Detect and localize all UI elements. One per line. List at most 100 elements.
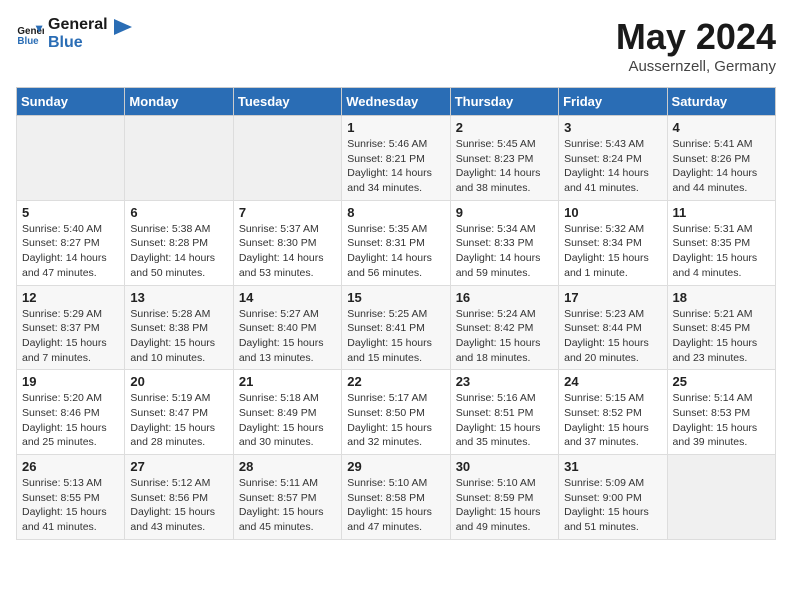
day-number: 8 — [347, 205, 444, 220]
page-header: General Blue General Blue May 2024 Ausse… — [16, 16, 776, 75]
calendar-day-cell: 23 Sunrise: 5:16 AM Sunset: 8:51 PM Dayl… — [450, 370, 558, 455]
calendar-day-cell: 27 Sunrise: 5:12 AM Sunset: 8:56 PM Dayl… — [125, 455, 233, 540]
col-monday: Monday — [125, 88, 233, 116]
day-info: Sunrise: 5:29 AM Sunset: 8:37 PM Dayligh… — [22, 307, 119, 366]
day-number: 19 — [22, 374, 119, 389]
col-friday: Friday — [559, 88, 667, 116]
day-number: 15 — [347, 290, 444, 305]
day-info: Sunrise: 5:31 AM Sunset: 8:35 PM Dayligh… — [673, 222, 770, 281]
calendar-day-cell: 17 Sunrise: 5:23 AM Sunset: 8:44 PM Dayl… — [559, 285, 667, 370]
calendar-day-cell: 25 Sunrise: 5:14 AM Sunset: 8:53 PM Dayl… — [667, 370, 775, 455]
day-number: 17 — [564, 290, 661, 305]
calendar-day-cell: 19 Sunrise: 5:20 AM Sunset: 8:46 PM Dayl… — [17, 370, 125, 455]
calendar-day-cell: 28 Sunrise: 5:11 AM Sunset: 8:57 PM Dayl… — [233, 455, 341, 540]
day-number: 22 — [347, 374, 444, 389]
calendar-table: Sunday Monday Tuesday Wednesday Thursday… — [16, 87, 776, 540]
calendar-day-cell: 2 Sunrise: 5:45 AM Sunset: 8:23 PM Dayli… — [450, 116, 558, 201]
calendar-day-cell: 24 Sunrise: 5:15 AM Sunset: 8:52 PM Dayl… — [559, 370, 667, 455]
day-info: Sunrise: 5:46 AM Sunset: 8:21 PM Dayligh… — [347, 137, 444, 196]
location-subtitle: Aussernzell, Germany — [616, 58, 776, 75]
day-number: 21 — [239, 374, 336, 389]
calendar-day-cell: 6 Sunrise: 5:38 AM Sunset: 8:28 PM Dayli… — [125, 200, 233, 285]
col-thursday: Thursday — [450, 88, 558, 116]
calendar-day-cell: 7 Sunrise: 5:37 AM Sunset: 8:30 PM Dayli… — [233, 200, 341, 285]
day-info: Sunrise: 5:20 AM Sunset: 8:46 PM Dayligh… — [22, 391, 119, 450]
day-number: 16 — [456, 290, 553, 305]
calendar-day-cell: 30 Sunrise: 5:10 AM Sunset: 8:59 PM Dayl… — [450, 455, 558, 540]
day-number: 5 — [22, 205, 119, 220]
calendar-day-cell: 13 Sunrise: 5:28 AM Sunset: 8:38 PM Dayl… — [125, 285, 233, 370]
calendar-day-cell — [17, 116, 125, 201]
day-number: 3 — [564, 120, 661, 135]
day-number: 18 — [673, 290, 770, 305]
calendar-week-row: 12 Sunrise: 5:29 AM Sunset: 8:37 PM Dayl… — [17, 285, 776, 370]
calendar-day-cell: 20 Sunrise: 5:19 AM Sunset: 8:47 PM Dayl… — [125, 370, 233, 455]
day-info: Sunrise: 5:34 AM Sunset: 8:33 PM Dayligh… — [456, 222, 553, 281]
day-info: Sunrise: 5:19 AM Sunset: 8:47 PM Dayligh… — [130, 391, 227, 450]
day-number: 12 — [22, 290, 119, 305]
day-info: Sunrise: 5:09 AM Sunset: 9:00 PM Dayligh… — [564, 476, 661, 535]
day-number: 29 — [347, 459, 444, 474]
day-info: Sunrise: 5:28 AM Sunset: 8:38 PM Dayligh… — [130, 307, 227, 366]
day-info: Sunrise: 5:24 AM Sunset: 8:42 PM Dayligh… — [456, 307, 553, 366]
calendar-day-cell: 16 Sunrise: 5:24 AM Sunset: 8:42 PM Dayl… — [450, 285, 558, 370]
day-info: Sunrise: 5:41 AM Sunset: 8:26 PM Dayligh… — [673, 137, 770, 196]
day-number: 14 — [239, 290, 336, 305]
day-info: Sunrise: 5:27 AM Sunset: 8:40 PM Dayligh… — [239, 307, 336, 366]
day-number: 13 — [130, 290, 227, 305]
day-number: 20 — [130, 374, 227, 389]
calendar-day-cell — [233, 116, 341, 201]
day-info: Sunrise: 5:14 AM Sunset: 8:53 PM Dayligh… — [673, 391, 770, 450]
day-info: Sunrise: 5:21 AM Sunset: 8:45 PM Dayligh… — [673, 307, 770, 366]
day-info: Sunrise: 5:10 AM Sunset: 8:58 PM Dayligh… — [347, 476, 444, 535]
day-info: Sunrise: 5:18 AM Sunset: 8:49 PM Dayligh… — [239, 391, 336, 450]
day-number: 24 — [564, 374, 661, 389]
day-info: Sunrise: 5:12 AM Sunset: 8:56 PM Dayligh… — [130, 476, 227, 535]
calendar-day-cell: 9 Sunrise: 5:34 AM Sunset: 8:33 PM Dayli… — [450, 200, 558, 285]
day-number: 2 — [456, 120, 553, 135]
day-info: Sunrise: 5:35 AM Sunset: 8:31 PM Dayligh… — [347, 222, 444, 281]
calendar-day-cell: 15 Sunrise: 5:25 AM Sunset: 8:41 PM Dayl… — [342, 285, 450, 370]
logo-icon: General Blue — [16, 20, 44, 48]
svg-text:Blue: Blue — [17, 35, 39, 46]
calendar-day-cell: 3 Sunrise: 5:43 AM Sunset: 8:24 PM Dayli… — [559, 116, 667, 201]
col-tuesday: Tuesday — [233, 88, 341, 116]
logo-general: General — [48, 16, 108, 34]
day-number: 30 — [456, 459, 553, 474]
day-number: 27 — [130, 459, 227, 474]
day-info: Sunrise: 5:17 AM Sunset: 8:50 PM Dayligh… — [347, 391, 444, 450]
day-info: Sunrise: 5:13 AM Sunset: 8:55 PM Dayligh… — [22, 476, 119, 535]
day-info: Sunrise: 5:15 AM Sunset: 8:52 PM Dayligh… — [564, 391, 661, 450]
day-info: Sunrise: 5:40 AM Sunset: 8:27 PM Dayligh… — [22, 222, 119, 281]
calendar-week-row: 1 Sunrise: 5:46 AM Sunset: 8:21 PM Dayli… — [17, 116, 776, 201]
day-info: Sunrise: 5:38 AM Sunset: 8:28 PM Dayligh… — [130, 222, 227, 281]
calendar-day-cell: 21 Sunrise: 5:18 AM Sunset: 8:49 PM Dayl… — [233, 370, 341, 455]
logo: General Blue General Blue — [16, 16, 132, 51]
day-number: 28 — [239, 459, 336, 474]
col-saturday: Saturday — [667, 88, 775, 116]
calendar-week-row: 26 Sunrise: 5:13 AM Sunset: 8:55 PM Dayl… — [17, 455, 776, 540]
calendar-week-row: 19 Sunrise: 5:20 AM Sunset: 8:46 PM Dayl… — [17, 370, 776, 455]
calendar-day-cell: 4 Sunrise: 5:41 AM Sunset: 8:26 PM Dayli… — [667, 116, 775, 201]
day-info: Sunrise: 5:25 AM Sunset: 8:41 PM Dayligh… — [347, 307, 444, 366]
day-number: 25 — [673, 374, 770, 389]
calendar-day-cell — [667, 455, 775, 540]
calendar-header-row: Sunday Monday Tuesday Wednesday Thursday… — [17, 88, 776, 116]
day-number: 26 — [22, 459, 119, 474]
calendar-week-row: 5 Sunrise: 5:40 AM Sunset: 8:27 PM Dayli… — [17, 200, 776, 285]
day-number: 1 — [347, 120, 444, 135]
calendar-day-cell: 11 Sunrise: 5:31 AM Sunset: 8:35 PM Dayl… — [667, 200, 775, 285]
calendar-day-cell: 12 Sunrise: 5:29 AM Sunset: 8:37 PM Dayl… — [17, 285, 125, 370]
day-number: 10 — [564, 205, 661, 220]
day-info: Sunrise: 5:11 AM Sunset: 8:57 PM Dayligh… — [239, 476, 336, 535]
day-number: 9 — [456, 205, 553, 220]
calendar-day-cell: 31 Sunrise: 5:09 AM Sunset: 9:00 PM Dayl… — [559, 455, 667, 540]
col-sunday: Sunday — [17, 88, 125, 116]
day-number: 7 — [239, 205, 336, 220]
day-number: 6 — [130, 205, 227, 220]
day-info: Sunrise: 5:43 AM Sunset: 8:24 PM Dayligh… — [564, 137, 661, 196]
calendar-day-cell: 29 Sunrise: 5:10 AM Sunset: 8:58 PM Dayl… — [342, 455, 450, 540]
calendar-day-cell — [125, 116, 233, 201]
calendar-day-cell: 26 Sunrise: 5:13 AM Sunset: 8:55 PM Dayl… — [17, 455, 125, 540]
calendar-day-cell: 10 Sunrise: 5:32 AM Sunset: 8:34 PM Dayl… — [559, 200, 667, 285]
